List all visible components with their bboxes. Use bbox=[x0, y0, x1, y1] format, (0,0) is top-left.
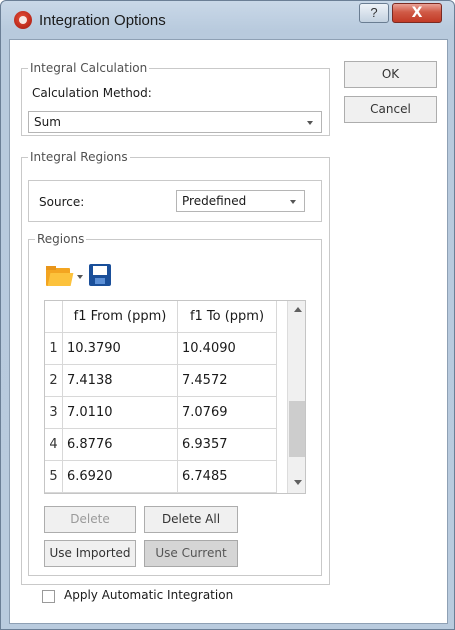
scrollbar-thumb[interactable] bbox=[289, 401, 305, 457]
calculation-method-label: Calculation Method: bbox=[32, 86, 152, 100]
table-cell-to[interactable]: 7.0769 bbox=[178, 397, 277, 429]
integral-regions-group: Integral Regions Source: Predefined Regi… bbox=[21, 150, 330, 585]
scroll-up-button[interactable] bbox=[288, 301, 305, 318]
folder-open-icon[interactable] bbox=[46, 266, 74, 286]
apply-automatic-integration-checkbox[interactable] bbox=[42, 590, 55, 603]
chevron-up-icon bbox=[294, 307, 302, 312]
row-number[interactable]: 5 bbox=[45, 461, 63, 493]
regions-group: Regions f1 From (ppm) f1 To (ppm) 1 10.3… bbox=[28, 232, 322, 576]
delete-all-button[interactable]: Delete All bbox=[144, 506, 238, 533]
use-current-button[interactable]: Use Current bbox=[144, 540, 238, 567]
delete-button[interactable]: Delete bbox=[44, 506, 136, 533]
scroll-down-button[interactable] bbox=[288, 474, 305, 491]
table-cell-to[interactable]: 10.4090 bbox=[178, 333, 277, 365]
chevron-down-icon bbox=[290, 200, 296, 204]
integral-calculation-label: Integral Calculation bbox=[28, 61, 150, 75]
apply-automatic-integration-label: Apply Automatic Integration bbox=[64, 588, 234, 602]
column-header-from[interactable]: f1 From (ppm) bbox=[63, 301, 178, 333]
table-scrollbar[interactable] bbox=[287, 301, 305, 493]
save-icon[interactable] bbox=[89, 264, 111, 286]
row-number[interactable]: 1 bbox=[45, 333, 63, 365]
dialog-body: Integral Calculation Calculation Method:… bbox=[9, 39, 448, 624]
column-header-to[interactable]: f1 To (ppm) bbox=[178, 301, 277, 333]
source-value: Predefined bbox=[182, 194, 247, 208]
row-header-corner bbox=[45, 301, 63, 333]
row-number[interactable] bbox=[45, 493, 63, 494]
source-select[interactable]: Predefined bbox=[176, 190, 305, 212]
calculation-method-select[interactable]: Sum bbox=[28, 111, 322, 133]
use-imported-button[interactable]: Use Imported bbox=[44, 540, 136, 567]
table-cell-from[interactable] bbox=[63, 493, 178, 494]
table-cell-from[interactable]: 10.3790 bbox=[63, 333, 178, 365]
help-button[interactable]: ? bbox=[359, 3, 389, 23]
table-cell-from[interactable]: 7.0110 bbox=[63, 397, 178, 429]
table-cell-to[interactable] bbox=[178, 493, 277, 494]
close-button[interactable]: X bbox=[392, 3, 442, 23]
app-logo-icon bbox=[14, 11, 32, 29]
row-number[interactable]: 4 bbox=[45, 429, 63, 461]
table-cell-to[interactable]: 6.7485 bbox=[178, 461, 277, 493]
table-cell-to[interactable]: 7.4572 bbox=[178, 365, 277, 397]
window-title: Integration Options bbox=[39, 12, 166, 29]
calculation-method-value: Sum bbox=[34, 115, 61, 129]
source-label: Source: bbox=[39, 195, 85, 209]
ok-button[interactable]: OK bbox=[344, 61, 437, 88]
source-box: Source: Predefined bbox=[28, 180, 322, 222]
table-cell-from[interactable]: 6.8776 bbox=[63, 429, 178, 461]
table-cell-from[interactable]: 6.6920 bbox=[63, 461, 178, 493]
table-cell-to[interactable]: 6.9357 bbox=[178, 429, 277, 461]
regions-table[interactable]: f1 From (ppm) f1 To (ppm) 1 10.3790 10.4… bbox=[44, 300, 306, 494]
dialog-window: Integration Options ? X Integral Calcula… bbox=[0, 0, 455, 630]
integral-regions-label: Integral Regions bbox=[28, 150, 130, 164]
title-bar[interactable]: Integration Options ? X bbox=[1, 1, 454, 39]
chevron-down-icon[interactable] bbox=[77, 275, 83, 279]
regions-label: Regions bbox=[35, 232, 87, 246]
chevron-down-icon bbox=[307, 121, 313, 125]
table-cell-from[interactable]: 7.4138 bbox=[63, 365, 178, 397]
cancel-button[interactable]: Cancel bbox=[344, 96, 437, 123]
chevron-down-icon bbox=[294, 480, 302, 485]
row-number[interactable]: 2 bbox=[45, 365, 63, 397]
integral-calculation-group: Integral Calculation Calculation Method:… bbox=[21, 61, 330, 136]
row-number[interactable]: 3 bbox=[45, 397, 63, 429]
